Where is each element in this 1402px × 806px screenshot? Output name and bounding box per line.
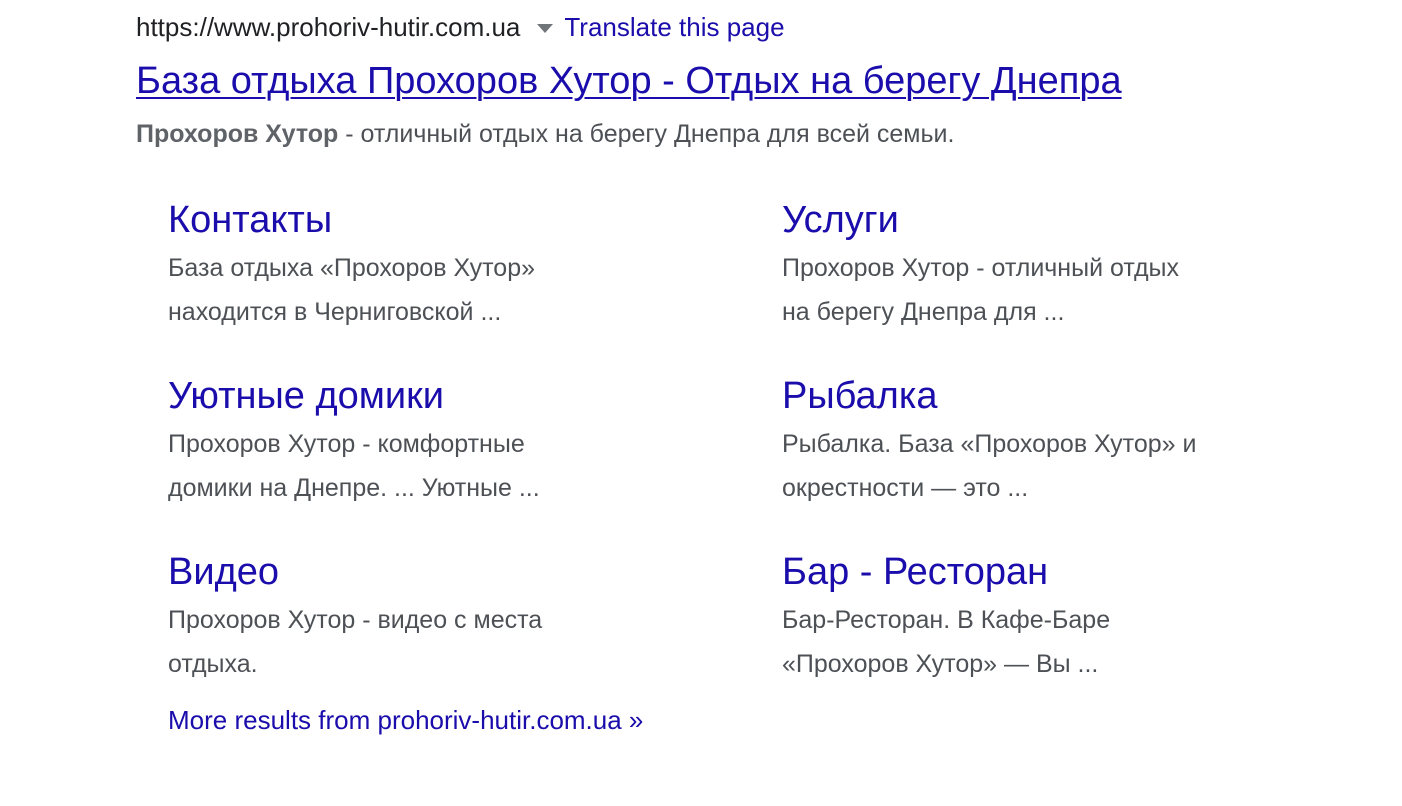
sitelink-description: Прохоров Хутор - комфортные домики на Дн… [168,430,540,502]
result-title-link[interactable]: База отдыха Прохоров Хутор - Отдых на бе… [136,60,1122,103]
sitelink-domiki: Уютные домики Прохоров Хутор - комфортны… [168,372,608,510]
sitelink-title[interactable]: Услуги [782,196,1222,244]
snippet-bold: Прохоров Хутор [136,120,339,148]
result-url: https://www.prohoriv-hutir.com.ua [136,11,521,42]
sitelink-bar-restoran: Бар - Ресторан Бар-Ресторан. В Кафе-Баре… [782,548,1222,686]
sitelink-title[interactable]: Бар - Ресторан [782,548,1222,596]
sitelink-title[interactable]: Видео [168,548,608,596]
sitelink-kontakty: Контакты База отдыха «Прохоров Хутор» на… [168,196,608,334]
sitelink-description: База отдыха «Прохоров Хутор» находится в… [168,254,536,326]
translate-page-link[interactable]: Translate this page [564,12,784,43]
sitelink-title[interactable]: Уютные домики [168,372,608,420]
result-url-line: https://www.prohoriv-hutir.com.ua Transl… [136,10,785,44]
sitelink-uslugi: Услуги Прохоров Хутор - отличный отдых н… [782,196,1222,334]
snippet-text: - отличный отдых на берегу Днепра для вс… [338,120,955,148]
sitelink-title[interactable]: Рыбалка [782,372,1222,420]
sitelink-description: Бар-Ресторан. В Кафе-Баре «Прохоров Хуто… [782,606,1111,678]
more-results-link[interactable]: More results from prohoriv-hutir.com.ua … [168,705,643,736]
sitelink-description: Рыбалка. База «Прохоров Хутор» и окрестн… [782,430,1197,502]
sitelink-description: Прохоров Хутор - отличный отдых на берег… [782,254,1180,326]
result-snippet: Прохоров Хутор - отличный отдых на берег… [136,120,954,149]
sitelink-description: Прохоров Хутор - видео с места отдыха. [168,606,543,678]
sitelink-rybalka: Рыбалка Рыбалка. База «Прохоров Хутор» и… [782,372,1222,510]
caret-down-icon[interactable] [537,23,554,33]
sitelink-title[interactable]: Контакты [168,196,608,244]
sitelink-video: Видео Прохоров Хутор - видео с места отд… [168,548,608,686]
